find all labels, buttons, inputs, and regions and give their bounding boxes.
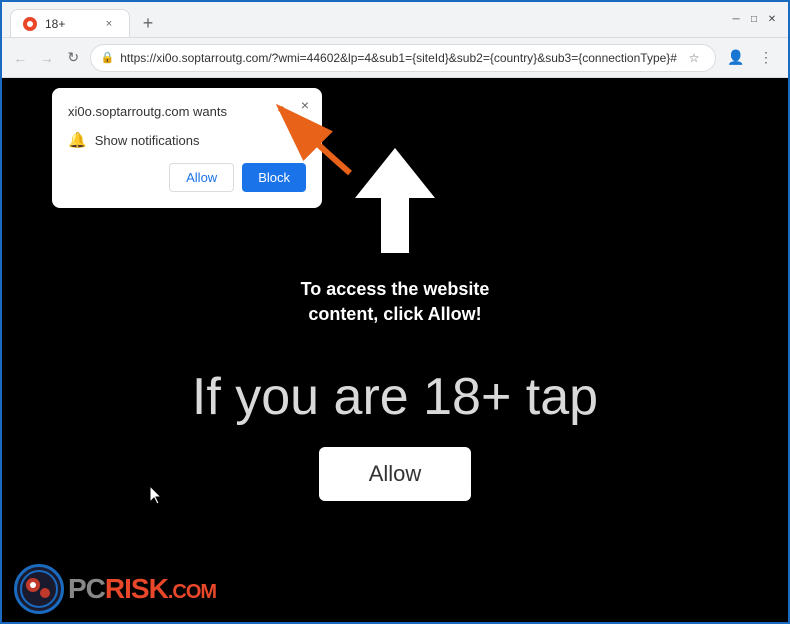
allow-button[interactable]: Allow	[169, 163, 234, 192]
pcrisk-text: PCRISK.COM	[68, 573, 216, 605]
notification-popup: × xi0o.soptarroutg.com wants 🔔 Show noti…	[52, 88, 322, 208]
url-text: https://xi0o.soptarroutg.com/?wmi=44602&…	[120, 51, 677, 65]
mouse-cursor	[150, 486, 162, 504]
popup-close-button[interactable]: ×	[296, 96, 314, 114]
popup-notification-item: 🔔 Show notifications	[68, 131, 306, 149]
pcrisk-logo	[14, 564, 64, 614]
nav-bar: ← → ↻ 🔒 https://xi0o.soptarroutg.com/?wm…	[2, 38, 788, 78]
address-actions: ☆	[683, 47, 705, 69]
active-tab[interactable]: 18+ ×	[10, 9, 130, 37]
arrow-stem	[381, 198, 409, 253]
back-button[interactable]: ←	[10, 44, 31, 72]
menu-button[interactable]: ⋮	[752, 44, 780, 72]
new-tab-button[interactable]: +	[134, 9, 162, 37]
allow-cta-button[interactable]: Allow	[319, 447, 472, 501]
browser-window: 18+ × + ─ □ ✕ ← → ↻ 🔒 https://xi0o.sopta…	[0, 0, 790, 624]
popup-buttons: Allow Block	[68, 163, 306, 192]
bookmark-button[interactable]: ☆	[683, 47, 705, 69]
block-button[interactable]: Block	[242, 163, 306, 192]
tab-favicon	[23, 17, 37, 31]
pcrisk-watermark: PCRISK.COM	[2, 556, 228, 622]
nav-actions: 👤 ⋮	[722, 44, 780, 72]
up-arrow-graphic	[365, 148, 425, 253]
bell-icon: 🔔	[68, 131, 87, 149]
close-button[interactable]: ✕	[764, 12, 780, 28]
title-bar: 18+ × + ─ □ ✕	[2, 2, 788, 38]
address-bar[interactable]: 🔒 https://xi0o.soptarroutg.com/?wmi=4460…	[90, 44, 716, 72]
click-allow-text: To access the websitecontent, click Allo…	[301, 277, 490, 327]
age-text: If you are 18+ tap	[192, 367, 598, 427]
notification-label: Show notifications	[95, 133, 200, 148]
tab-title: 18+	[45, 17, 65, 31]
maximize-button[interactable]: □	[746, 12, 762, 28]
profile-button[interactable]: 👤	[722, 44, 750, 72]
forward-button[interactable]: →	[37, 44, 58, 72]
lock-icon: 🔒	[101, 51, 115, 64]
minimize-button[interactable]: ─	[728, 12, 744, 28]
tab-area: 18+ × +	[10, 2, 728, 37]
arrow-head	[355, 148, 435, 198]
window-controls: ─ □ ✕	[728, 12, 780, 28]
reload-button[interactable]: ↻	[63, 44, 84, 72]
page-content: × xi0o.soptarroutg.com wants 🔔 Show noti…	[2, 78, 788, 622]
tab-close-button[interactable]: ×	[101, 16, 117, 32]
popup-title: xi0o.soptarroutg.com wants	[68, 104, 306, 119]
